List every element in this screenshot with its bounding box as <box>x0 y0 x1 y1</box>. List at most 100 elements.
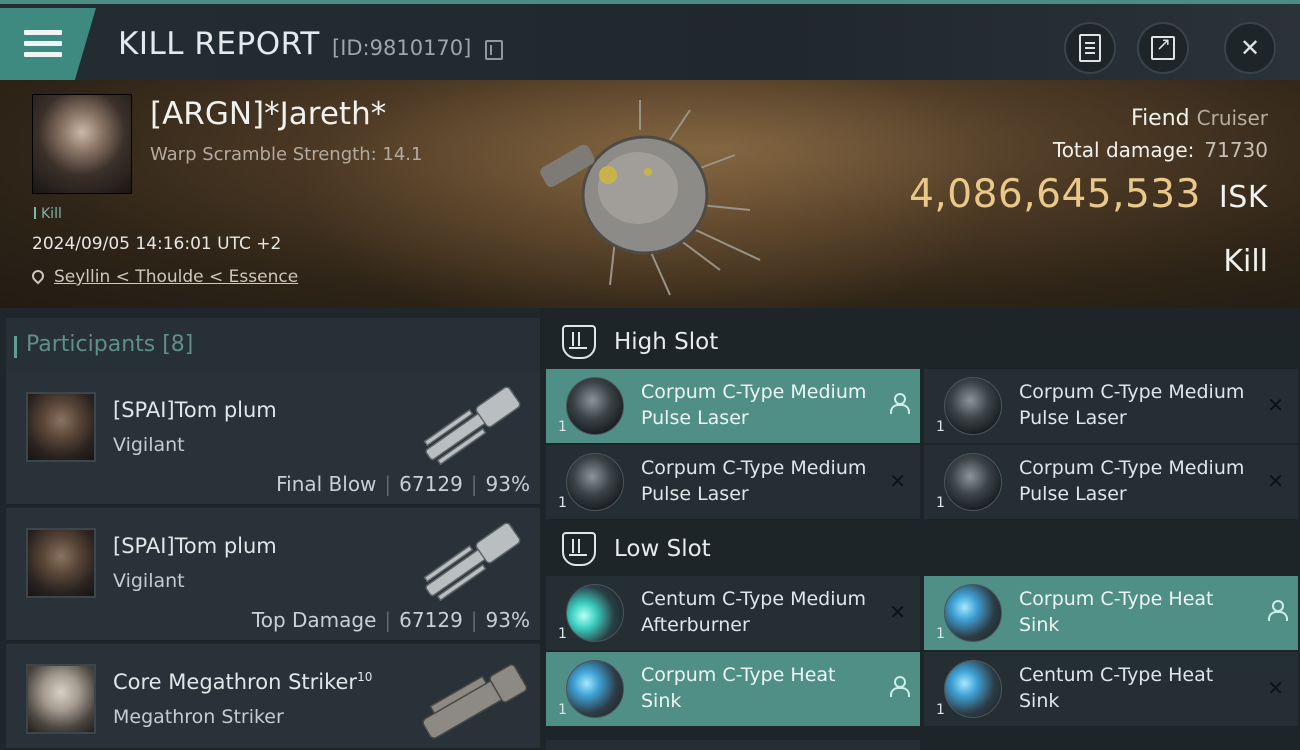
header-bar: KILL REPORT [ID:9810170] ✕ <box>0 0 1300 80</box>
isk-amount: 4,086,645,533 <box>909 172 1201 217</box>
total-damage: Total damage: 71730 <box>1053 138 1268 162</box>
module-name: Corpum C-Type Medium Pulse Laser <box>641 381 867 429</box>
module-slot[interactable]: 1 Corpum C-Type Heat Sink <box>546 652 920 726</box>
module-name: Centum C-Type Heat Sink <box>1019 664 1214 712</box>
kill-id: [ID:9810170] <box>332 36 472 60</box>
laser-module-icon <box>944 453 1002 511</box>
module-slot[interactable]: 1 Corpum C-Type Medium Pulse Laser ✕ <box>924 445 1298 519</box>
clipboard-button[interactable] <box>1064 22 1116 74</box>
module-slot[interactable]: 1 Corpum C-Type Medium Pulse Laser ✕ <box>924 369 1298 443</box>
participant-ship: Vigilant <box>113 434 185 456</box>
module-qty: 1 <box>558 495 567 511</box>
location-link[interactable]: Seyllin < Thoulde < Essence <box>54 267 298 287</box>
high-slot-label: High Slot <box>614 329 719 355</box>
heat-sink-module-icon <box>944 660 1002 718</box>
isk-currency: ISK <box>1218 180 1268 215</box>
total-damage-value: 71730 <box>1204 138 1268 162</box>
participant-name: [SPAI]Tom plum <box>113 398 277 422</box>
kill-location[interactable]: Seyllin < Thoulde < Essence <box>29 267 298 287</box>
module-slot[interactable]: 1 Corpum C-Type Medium Pulse Laser ✕ <box>546 445 920 519</box>
module-name: Corpum C-Type Medium Pulse Laser <box>641 457 867 505</box>
close-button[interactable]: ✕ <box>1224 22 1276 74</box>
destroyed-icon: ✕ <box>1267 676 1284 700</box>
module-qty: 1 <box>558 419 567 435</box>
participant-damage: 67129 <box>399 608 463 632</box>
participant-name: [SPAI]Tom plum <box>113 534 277 558</box>
module-slot[interactable]: 1 Centum C-Type Medium Afterburner ✕ <box>546 576 920 650</box>
participant-damage: 67129 <box>399 472 463 496</box>
share-icon <box>1151 34 1175 60</box>
module-name: Corpum C-Type Medium Pulse Laser <box>1019 381 1245 429</box>
player-icon <box>1268 600 1288 621</box>
participant-row[interactable]: [SPAI]Tom plum Vigilant Top Damage | 67129… <box>6 508 540 642</box>
fitting-panel: High Slot 1 Corpum C-Type Medium Pulse L… <box>540 308 1300 750</box>
participants-panel: Participants [8] [SPAI]Tom plum Vigilant… <box>0 308 540 750</box>
clipboard-icon <box>1079 34 1101 62</box>
ship-class: Cruiser <box>1196 106 1268 130</box>
player-icon <box>890 676 910 697</box>
hamburger-icon <box>24 30 62 58</box>
participants-header[interactable]: Participants [8] <box>6 318 540 372</box>
victim-ship-image <box>540 100 761 296</box>
participant-role: Final Blow <box>276 472 377 496</box>
module-qty: 1 <box>558 702 567 718</box>
isk-value: 4,086,645,533 ISK <box>909 172 1268 217</box>
participant-percent: 93% <box>485 472 530 496</box>
module-name: Corpum C-Type Medium Pulse Laser <box>1019 457 1245 505</box>
participant-ship-image <box>423 522 521 602</box>
low-slot-header: Low Slot <box>540 519 1300 579</box>
participant-name-text: Core Megathron Striker <box>113 670 358 694</box>
module-qty: 1 <box>558 626 567 642</box>
participant-role: Top Damage <box>251 608 377 632</box>
warp-scramble-strength: Warp Scramble Strength: 14.1 <box>150 144 423 165</box>
menu-button[interactable] <box>0 8 96 80</box>
victim-banner: [ARGN]*Jareth* Warp Scramble Strength: 1… <box>0 80 1300 308</box>
high-slot-icon <box>562 325 596 359</box>
total-damage-label: Total damage: <box>1052 138 1195 162</box>
kill-tag: Kill <box>34 206 62 222</box>
participant-name: Core Megathron Striker10 <box>113 670 372 694</box>
module-name: Corpum C-Type Heat Sink <box>1019 588 1214 636</box>
result-label: Kill <box>1223 244 1268 279</box>
afterburner-module-icon <box>566 584 624 642</box>
victim-avatar[interactable] <box>32 94 132 194</box>
avatar <box>26 528 96 598</box>
destroyed-icon: ✕ <box>1267 469 1284 493</box>
low-slot-icon <box>562 532 596 566</box>
module-slot-partial[interactable] <box>546 740 920 750</box>
destroyed-icon: ✕ <box>1267 393 1284 417</box>
location-pin-icon <box>29 267 47 285</box>
victim-name[interactable]: [ARGN]*Jareth* <box>150 96 386 132</box>
module-qty: 1 <box>936 419 945 435</box>
laser-module-icon <box>566 453 624 511</box>
participant-ship: Vigilant <box>113 570 185 592</box>
module-slot[interactable]: 1 Corpum C-Type Heat Sink <box>924 576 1298 650</box>
laser-module-icon <box>944 377 1002 435</box>
heat-sink-module-icon <box>944 584 1002 642</box>
victim-ship-name[interactable]: Fiend Cruiser <box>1131 106 1268 131</box>
module-name: Corpum C-Type Heat Sink <box>641 664 836 712</box>
module-qty: 1 <box>936 626 945 642</box>
destroyed-icon: ✕ <box>889 469 906 493</box>
kill-datetime: 2024/09/05 14:16:01 UTC +2 <box>32 234 282 254</box>
participant-ship: Megathron Striker <box>113 706 284 728</box>
participant-stats: Top Damage | 67129 | 93% <box>251 608 530 632</box>
participant-row[interactable]: Core Megathron Striker10 Megathron Strik… <box>6 644 540 750</box>
close-icon: ✕ <box>1239 34 1261 62</box>
module-qty: 1 <box>936 702 945 718</box>
module-qty: 1 <box>936 495 945 511</box>
low-slot-label: Low Slot <box>614 536 711 562</box>
destroyed-icon: ✕ <box>889 600 906 624</box>
avatar <box>26 664 96 734</box>
copy-icon[interactable] <box>485 40 503 60</box>
high-slot-header: High Slot <box>540 312 1300 372</box>
participant-percent: 93% <box>485 608 530 632</box>
participants-label: Participants [8] <box>13 332 194 358</box>
module-slot[interactable]: 1 Corpum C-Type Medium Pulse Laser <box>546 369 920 443</box>
share-button[interactable] <box>1137 22 1189 74</box>
participant-level: 10 <box>357 670 373 684</box>
participant-row[interactable]: [SPAI]Tom plum Vigilant Final Blow | 67129… <box>6 372 540 506</box>
laser-module-icon <box>566 377 624 435</box>
participant-ship-image <box>423 386 521 466</box>
module-slot[interactable]: 1 Centum C-Type Heat Sink ✕ <box>924 652 1298 726</box>
